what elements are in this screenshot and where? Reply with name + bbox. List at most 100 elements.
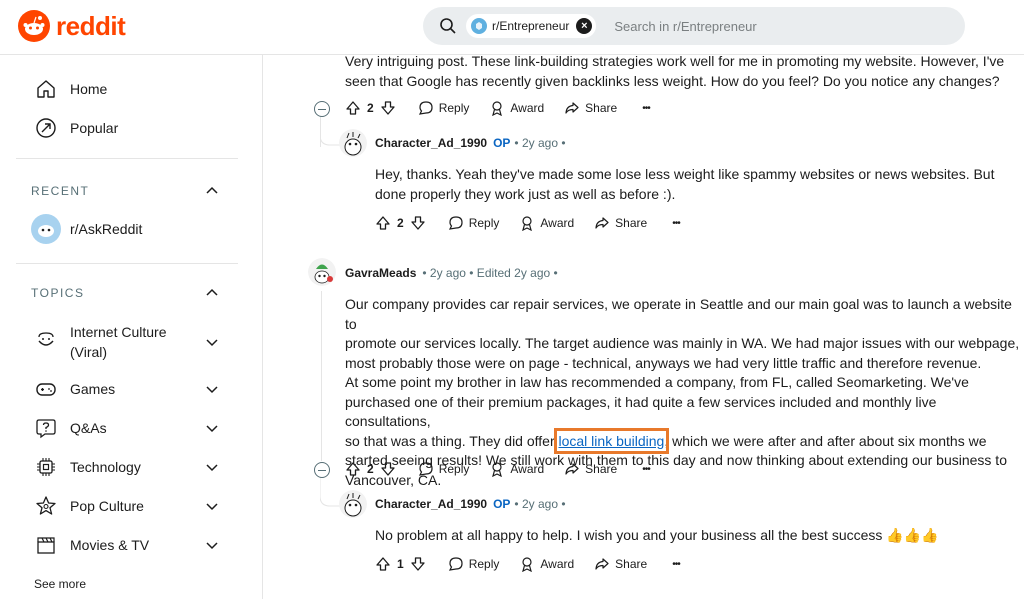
sidebar-item-label: Games xyxy=(70,381,116,397)
subreddit-icon xyxy=(471,18,487,34)
chevron-down-icon[interactable] xyxy=(205,538,219,552)
share-button[interactable]: Share xyxy=(564,461,617,477)
comment-text-line: most probably those were on page - techn… xyxy=(345,354,982,371)
sidebar-item-askreddit[interactable]: r/AskReddit xyxy=(31,214,142,244)
sidebar-topic-technology[interactable]: Technology xyxy=(35,456,141,478)
collapse-thread-button[interactable] xyxy=(314,462,330,478)
award-button[interactable]: Award xyxy=(519,556,574,572)
sidebar-topic-internet-culture[interactable]: Internet Culture (Viral) xyxy=(35,322,167,360)
comments-area: Very intriguing post. These link-buildin… xyxy=(263,55,1024,599)
vote-count: 2 xyxy=(367,101,374,115)
comment-actions: 2 Reply Award Share ••• xyxy=(375,215,681,231)
collapse-thread-button[interactable] xyxy=(314,101,330,117)
more-options-icon[interactable]: ••• xyxy=(642,103,650,114)
comment-header: Character_Ad_1990 OP • 2y ago • xyxy=(375,136,566,150)
username[interactable]: GavraMeads xyxy=(345,266,416,280)
award-label: Award xyxy=(510,462,545,476)
share-button[interactable]: Share xyxy=(564,100,617,116)
more-options-icon[interactable]: ••• xyxy=(672,559,680,570)
downvote-icon[interactable] xyxy=(410,215,426,231)
reply-button[interactable]: Reply xyxy=(448,215,499,231)
comment-body: No problem at all happy to help. I wish … xyxy=(375,526,1015,546)
thread-connector xyxy=(320,478,340,507)
search-bar[interactable]: r/Entrepreneur × xyxy=(423,7,965,45)
question-bubble-icon xyxy=(36,419,56,439)
local-link-building-link[interactable]: local link building xyxy=(553,427,670,454)
search-input[interactable] xyxy=(612,17,917,35)
chevron-up-icon[interactable] xyxy=(205,184,219,198)
comment-text-line: seen that Google has recently given back… xyxy=(345,72,1000,89)
share-icon xyxy=(565,102,579,114)
comment-text-line: No problem at all happy to help. I wish … xyxy=(375,527,939,543)
sidebar-topic-qas[interactable]: Q&As xyxy=(35,417,107,439)
award-button[interactable]: Award xyxy=(519,215,574,231)
smiley-icon xyxy=(38,332,54,346)
avatar[interactable] xyxy=(339,490,367,518)
comment-header: GavraMeads • 2y ago • Edited 2y ago • xyxy=(345,266,558,280)
avatar[interactable] xyxy=(339,129,367,157)
logo-text: reddit xyxy=(56,10,126,41)
award-button[interactable]: Award xyxy=(489,100,544,116)
downvote-icon[interactable] xyxy=(410,556,426,572)
upvote-icon[interactable] xyxy=(375,215,391,231)
sidebar-item-home[interactable]: Home xyxy=(35,78,107,100)
chevron-up-icon[interactable] xyxy=(205,286,219,300)
gamepad-icon xyxy=(36,383,56,396)
chevron-down-icon[interactable] xyxy=(205,499,219,513)
comment-text-line: promote our services locally. The target… xyxy=(345,335,1020,351)
vote-count: 2 xyxy=(397,216,404,230)
sidebar-divider xyxy=(16,263,238,264)
upvote-icon[interactable] xyxy=(345,461,361,477)
share-label: Share xyxy=(585,101,618,115)
star-icon xyxy=(36,496,56,515)
username[interactable]: Character_Ad_1990 xyxy=(375,497,487,511)
sidebar-item-popular[interactable]: Popular xyxy=(35,117,118,139)
reddit-logo[interactable]: reddit xyxy=(18,10,126,42)
share-button[interactable]: Share xyxy=(594,556,647,572)
chevron-down-icon[interactable] xyxy=(205,382,219,396)
downvote-icon[interactable] xyxy=(380,461,396,477)
sidebar-item-label: Home xyxy=(70,81,108,97)
topics-section-title: TOPICS xyxy=(31,286,85,300)
comment-icon xyxy=(418,101,433,115)
sidebar-topic-movies-tv[interactable]: Movies & TV xyxy=(35,534,149,556)
reply-label: Reply xyxy=(438,462,470,476)
subreddit-chip[interactable]: r/Entrepreneur × xyxy=(466,14,597,38)
comment-body: Hey, thanks. Yeah they've made some lose… xyxy=(375,165,1015,204)
downvote-icon[interactable] xyxy=(380,100,396,116)
comment-icon xyxy=(448,557,463,571)
vote-count: 2 xyxy=(367,462,374,476)
share-button[interactable]: Share xyxy=(594,215,647,231)
share-label: Share xyxy=(615,557,648,571)
reply-button[interactable]: Reply xyxy=(418,461,470,477)
sidebar-item-label: Movies & TV xyxy=(70,537,150,553)
upvote-icon[interactable] xyxy=(375,556,391,572)
reply-button[interactable]: Reply xyxy=(448,556,500,572)
award-label: Award xyxy=(510,101,545,115)
share-icon xyxy=(595,217,609,229)
reply-button[interactable]: Reply xyxy=(418,100,469,116)
sidebar-topic-pop-culture[interactable]: Pop Culture xyxy=(35,495,144,517)
award-icon xyxy=(492,462,503,477)
sidebar-topic-games[interactable]: Games xyxy=(35,378,115,400)
chevron-down-icon[interactable] xyxy=(205,421,219,435)
more-options-icon[interactable]: ••• xyxy=(642,464,650,475)
comment-text-line: Very intriguing post. These link-buildin… xyxy=(345,55,1005,69)
reply-label: Reply xyxy=(468,557,500,571)
avatar[interactable] xyxy=(308,258,336,286)
clear-chip-icon[interactable]: × xyxy=(576,18,593,34)
username[interactable]: Character_Ad_1990 xyxy=(375,136,487,150)
comment-meta: • 2y ago • xyxy=(514,136,566,150)
vote-count: 1 xyxy=(397,557,404,571)
award-button[interactable]: Award xyxy=(489,461,544,477)
chevron-down-icon[interactable] xyxy=(205,335,219,349)
award-icon xyxy=(522,216,533,231)
chevron-down-icon[interactable] xyxy=(205,460,219,474)
comment-meta: • 2y ago • Edited 2y ago • xyxy=(422,266,558,280)
comment-actions: 1 Reply Award Share ••• xyxy=(375,556,681,572)
upvote-icon[interactable] xyxy=(345,100,361,116)
see-more-link[interactable]: See more xyxy=(34,577,86,591)
top-header: reddit r/Entrepreneur × xyxy=(0,0,1024,55)
left-sidebar: Home Popular RECENT r/AskReddit TOPICS I… xyxy=(0,55,263,599)
more-options-icon[interactable]: ••• xyxy=(672,218,680,229)
